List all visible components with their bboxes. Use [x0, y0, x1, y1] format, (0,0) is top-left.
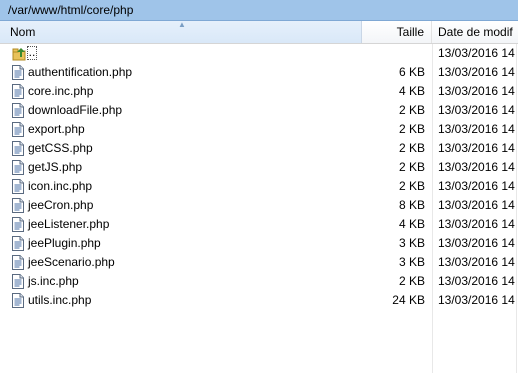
file-size: 2 KB	[398, 103, 425, 117]
file-name: jeePlugin.php	[28, 236, 101, 250]
parent-folder-icon	[12, 48, 26, 61]
list-item[interactable]: jeeCron.php 8 KB 13/03/2016 14	[0, 196, 518, 215]
php-file-icon	[12, 255, 24, 270]
file-size: 4 KB	[398, 84, 425, 98]
php-file-icon	[12, 236, 24, 251]
list-item[interactable]: jeeScenario.php 3 KB 13/03/2016 14	[0, 253, 518, 272]
file-date: 13/03/2016 14	[438, 103, 515, 117]
current-path: /var/www/html/core/php	[8, 3, 134, 17]
column-name-label: Nom	[10, 25, 36, 39]
list-item[interactable]: icon.inc.php 2 KB 13/03/2016 14	[0, 177, 518, 196]
list-item[interactable]: getJS.php 2 KB 13/03/2016 14	[0, 158, 518, 177]
file-name: authentification.php	[28, 65, 133, 79]
file-size: 6 KB	[398, 65, 425, 79]
file-date: 13/03/2016 14	[438, 84, 515, 98]
file-date: 13/03/2016 14	[438, 236, 515, 250]
column-size-label: Taille	[396, 25, 424, 39]
list-item[interactable]: jeeListener.php 4 KB 13/03/2016 14	[0, 215, 518, 234]
column-name-header[interactable]: Nom ▲	[0, 20, 362, 43]
file-name: getJS.php	[28, 160, 83, 174]
list-item[interactable]: jeePlugin.php 3 KB 13/03/2016 14	[0, 234, 518, 253]
sort-ascending-icon: ▲	[178, 20, 186, 29]
file-size: 2 KB	[398, 274, 425, 288]
file-date: 13/03/2016 14	[438, 198, 515, 212]
file-date: 13/03/2016 14	[438, 160, 515, 174]
file-date: 13/03/2016 14	[438, 122, 515, 136]
php-file-icon	[12, 103, 24, 118]
path-bar[interactable]: /var/www/html/core/php	[0, 0, 518, 21]
file-size: 2 KB	[398, 179, 425, 193]
column-size-header[interactable]: Taille	[362, 21, 432, 43]
file-size: 2 KB	[398, 160, 425, 174]
file-name: jeeCron.php	[28, 198, 94, 212]
file-name: export.php	[28, 122, 85, 136]
list-item-parent[interactable]: .. 13/03/2016 14	[0, 44, 518, 63]
file-date: 13/03/2016 14	[438, 293, 515, 307]
file-size: 3 KB	[398, 255, 425, 269]
file-date: 13/03/2016 14	[438, 217, 515, 231]
php-file-icon	[12, 179, 24, 194]
list-item[interactable]: authentification.php 6 KB 13/03/2016 14	[0, 63, 518, 82]
file-name: js.inc.php	[28, 274, 79, 288]
file-size: 3 KB	[398, 236, 425, 250]
column-date-header[interactable]: Date de modif	[432, 21, 518, 43]
file-name: icon.inc.php	[28, 179, 93, 193]
file-name: core.inc.php	[28, 84, 94, 98]
file-name: downloadFile.php	[28, 103, 123, 117]
list-item[interactable]: getCSS.php 2 KB 13/03/2016 14	[0, 139, 518, 158]
file-date: 13/03/2016 14	[438, 65, 515, 79]
file-size: 24 KB	[392, 293, 425, 307]
list-item[interactable]: core.inc.php 4 KB 13/03/2016 14	[0, 82, 518, 101]
file-date: 13/03/2016 14	[438, 141, 515, 155]
file-name: jeeListener.php	[28, 217, 110, 231]
file-name: getCSS.php	[28, 141, 93, 155]
file-size: 2 KB	[398, 141, 425, 155]
php-file-icon	[12, 160, 24, 175]
file-date: 13/03/2016 14	[438, 274, 515, 288]
list-item[interactable]: utils.inc.php 24 KB 13/03/2016 14	[0, 291, 518, 310]
parent-date: 13/03/2016 14	[438, 46, 515, 60]
file-size: 2 KB	[398, 122, 425, 136]
php-file-icon	[12, 65, 24, 80]
php-file-icon	[12, 84, 24, 99]
list-item[interactable]: js.inc.php 2 KB 13/03/2016 14	[0, 272, 518, 291]
php-file-icon	[12, 217, 24, 232]
php-file-icon	[12, 141, 24, 156]
file-size: 4 KB	[398, 217, 425, 231]
parent-label: ..	[27, 45, 37, 60]
php-file-icon	[12, 122, 24, 137]
list-item[interactable]: export.php 2 KB 13/03/2016 14	[0, 120, 518, 139]
list-item[interactable]: downloadFile.php 2 KB 13/03/2016 14	[0, 101, 518, 120]
column-header: Nom ▲ Taille Date de modif	[0, 20, 518, 44]
php-file-icon	[12, 274, 24, 289]
file-name: utils.inc.php	[28, 293, 92, 307]
php-file-icon	[12, 293, 24, 308]
php-file-icon	[12, 198, 24, 213]
column-date-label: Date de modif	[438, 25, 513, 39]
file-size: 8 KB	[398, 198, 425, 212]
file-date: 13/03/2016 14	[438, 179, 515, 193]
file-name: jeeScenario.php	[28, 255, 115, 269]
file-date: 13/03/2016 14	[438, 255, 515, 269]
